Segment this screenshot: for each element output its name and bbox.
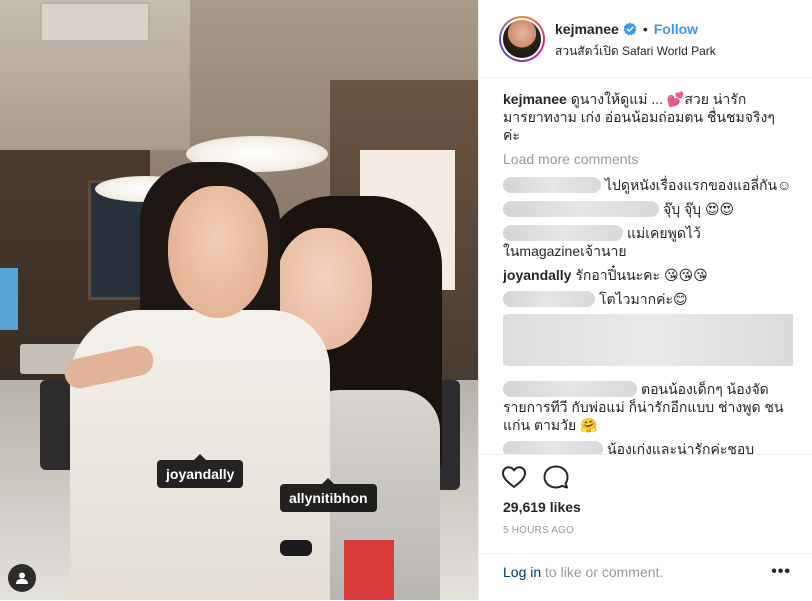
blurred-username — [503, 441, 603, 454]
comment-text: รักอาปิ๋นนะคะ 😘😘😘 — [575, 267, 708, 283]
load-more-comments-button[interactable]: Load more comments — [503, 150, 793, 168]
caption-username[interactable]: kejmanee — [503, 91, 567, 107]
heart-icon[interactable] — [501, 465, 527, 489]
comment-username[interactable]: joyandally — [503, 267, 571, 283]
blurred-username — [503, 225, 623, 241]
comment-item: แม่เคยพูดไว้ ในmagazineเจ้านาย — [503, 224, 793, 260]
comment-text: โตไวมากค่ะ😊 — [599, 291, 688, 307]
photo-tag-joyandally[interactable]: joyandally — [157, 454, 244, 488]
username-link[interactable]: kejmanee — [555, 21, 619, 37]
follow-button[interactable]: Follow — [654, 21, 698, 37]
blurred-username — [503, 381, 637, 397]
user-tag-icon[interactable] — [8, 564, 36, 592]
comment-item: ตอนน้องเด็กๆ น้องจัดรายการทีวี กับพ่อแม่… — [503, 380, 793, 434]
profile-avatar[interactable] — [499, 16, 545, 62]
blurred-username — [503, 177, 601, 193]
comment-item: น้องเก่งและน่ารักค่ะชอบ — [503, 440, 793, 454]
comment-item: จุ๊บุ จุ๊บุ 😍😍 — [503, 200, 793, 218]
blurred-comment — [503, 314, 793, 366]
blurred-username — [503, 201, 659, 217]
login-link[interactable]: Log in — [503, 564, 541, 580]
location-link[interactable]: สวนสัตว์เปิด Safari World Park — [555, 42, 716, 61]
post-photo[interactable]: joyandally allynitibhon — [0, 0, 478, 600]
instagram-post: joyandally allynitibhon kejmanee • Follo… — [0, 0, 812, 600]
woman-face — [168, 186, 268, 318]
comment-text: จุ๊บุ จุ๊บุ 😍😍 — [663, 201, 735, 217]
blurred-username — [503, 291, 595, 307]
caption: kejmanee ดูนางให้ดูแม่ ... 💕สวย น่ารัก ม… — [503, 90, 793, 144]
comment-item: ไปดูหนังเรื่องแรกของแอลี่กัน☺ — [503, 176, 793, 194]
comment-icon[interactable] — [543, 465, 569, 489]
verified-badge-icon — [623, 22, 637, 36]
ceiling-ac-unit — [40, 2, 150, 42]
comment-text: ไปดูหนังเรื่องแรกของแอลี่กัน☺ — [605, 177, 792, 193]
post-header: kejmanee • Follow สวนสัตว์เปิด Safari Wo… — [479, 0, 812, 78]
separator-dot: • — [642, 21, 648, 37]
comments-list: kejmanee ดูนางให้ดูแม่ ... 💕สวย น่ารัก ม… — [503, 90, 793, 454]
login-prompt: Log in to like or comment. — [503, 564, 664, 580]
more-options-icon[interactable]: ••• — [771, 563, 791, 581]
comment-text: น้องเก่งและน่ารักค่ะชอบ — [607, 441, 755, 454]
post-actions: 29,619 likes 5 HOURS AGO Log in to like … — [479, 454, 812, 600]
avatar-image — [501, 18, 543, 60]
comment-item: โตไวมากค่ะ😊 — [503, 290, 793, 308]
comment-item: joyandally รักอาปิ๋นนะคะ 😘😘😘 — [503, 266, 793, 284]
likes-count[interactable]: 29,619 likes — [503, 499, 581, 515]
post-timestamp[interactable]: 5 HOURS AGO — [503, 525, 574, 536]
post-sidebar: kejmanee • Follow สวนสัตว์เปิด Safari Wo… — [478, 0, 812, 600]
photo-tag-allynitibhon[interactable]: allynitibhon — [280, 478, 377, 512]
